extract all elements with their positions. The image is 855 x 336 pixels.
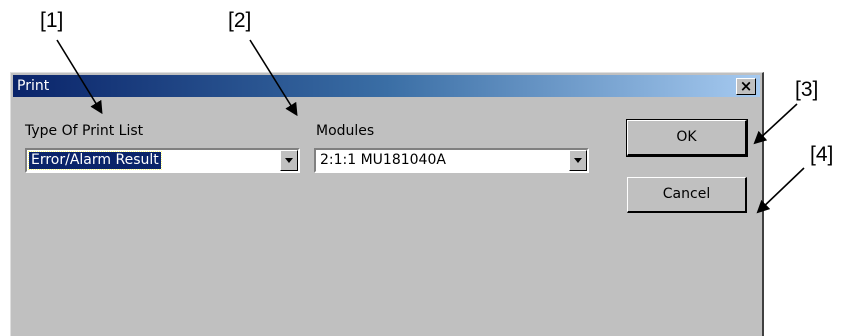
callout-3: [3] [795,78,819,101]
modules-value: 2:1:1 MU181040A [320,152,446,168]
modules-label: Modules [316,123,375,139]
print-list-value: Error/Alarm Result [28,151,162,170]
close-button[interactable]: × [736,78,756,95]
print-list-select[interactable]: Error/Alarm Result [25,148,300,173]
cancel-button[interactable]: Cancel [627,177,747,213]
callout-2: [2] [228,9,252,32]
modules-select[interactable]: 2:1:1 MU181040A [314,148,589,173]
chevron-down-icon[interactable] [569,150,587,171]
close-icon: × [739,77,753,95]
callout-4: [4] [810,143,834,166]
chevron-down-icon[interactable] [280,150,298,171]
print-dialog: Print × Type Of Print List Error/Alarm R… [10,72,764,336]
callout-1: [1] [40,9,64,32]
title-bar: Print × [13,75,760,97]
ok-button[interactable]: OK [626,119,748,157]
dialog-title: Print [17,78,50,94]
callout-4-arrow [756,167,805,214]
print-list-label: Type Of Print List [25,123,144,139]
